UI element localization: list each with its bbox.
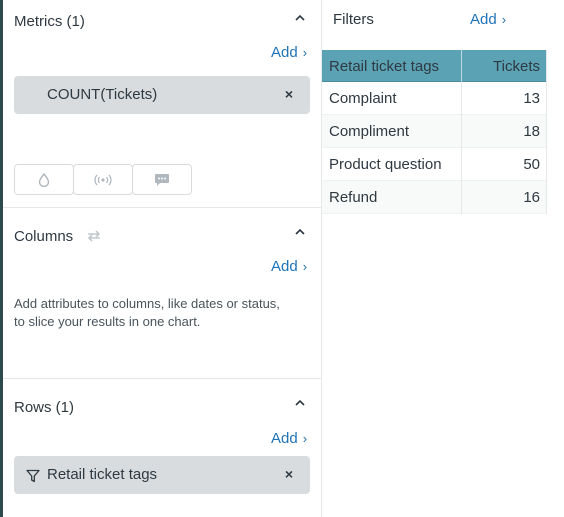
swap-icon[interactable] [86,228,102,244]
metric-pill-label: COUNT(Tickets) [47,86,158,103]
row-pill[interactable]: Retail ticket tags × [14,456,310,494]
add-row-label: Add [271,430,298,447]
row-label: Compliment [329,123,410,140]
section-divider [3,378,321,379]
add-filter-link[interactable]: Add › [470,11,506,28]
remove-row-icon[interactable]: × [284,467,294,481]
filters-title: Filters [333,11,374,28]
row-value: 18 [523,123,540,140]
comment-button[interactable] [132,164,192,195]
row-value: 13 [523,90,540,107]
section-divider [3,207,321,208]
table-row: Compliment 18 [322,115,547,148]
add-metric-label: Add [271,44,298,61]
chevron-right-icon: › [302,45,308,60]
cell-separator [461,181,462,214]
table-row: Refund 16 [322,181,547,214]
chevron-right-icon: › [302,431,308,446]
row-pill-label: Retail ticket tags [47,466,158,483]
rows-title: Rows (1) [14,399,75,416]
cell-separator [461,148,462,181]
drop-button[interactable] [14,164,74,195]
metrics-title: Metrics (1) [14,13,85,30]
add-row-link[interactable]: Add › [271,430,307,447]
add-column-link[interactable]: Add › [271,258,307,275]
columns-title: Columns [14,228,74,245]
collapse-columns-icon[interactable] [293,227,307,237]
chevron-right-icon: › [501,12,507,27]
cell-separator [461,82,462,115]
header-separator [461,50,462,82]
row-label: Product question [329,156,442,173]
drop-icon [38,172,50,187]
table-border [546,50,547,213]
query-panel: Metrics (1) Add › COUNT(Tickets) × Colum… [3,0,321,517]
cell-separator [461,115,462,148]
row-value: 50 [523,156,540,173]
metric-pill[interactable]: COUNT(Tickets) × [14,76,310,114]
header-tickets[interactable]: Tickets [493,58,540,75]
table-row: Product question 50 [322,148,547,181]
columns-helper-text: Add attributes to columns, like dates or… [14,296,280,329]
add-column-label: Add [271,258,298,275]
row-label: Complaint [329,90,397,107]
filter-icon[interactable] [26,469,40,483]
collapse-rows-icon[interactable] [293,398,307,408]
table-row: Complaint 13 [322,82,547,115]
row-value: 16 [523,189,540,206]
collapse-metrics-icon[interactable] [293,13,307,23]
header-tags[interactable]: Retail ticket tags [329,58,439,75]
broadcast-icon [94,174,112,185]
speech-bubble-icon [155,173,169,186]
results-table: Retail ticket tags Tickets Complaint 13 … [322,50,547,214]
remove-metric-icon[interactable]: × [284,87,294,101]
add-filter-label: Add [470,11,497,28]
chevron-right-icon: › [302,259,308,274]
add-metric-link[interactable]: Add › [271,44,307,61]
broadcast-button[interactable] [73,164,133,195]
table-header: Retail ticket tags Tickets [322,50,547,82]
row-label: Refund [329,189,378,206]
